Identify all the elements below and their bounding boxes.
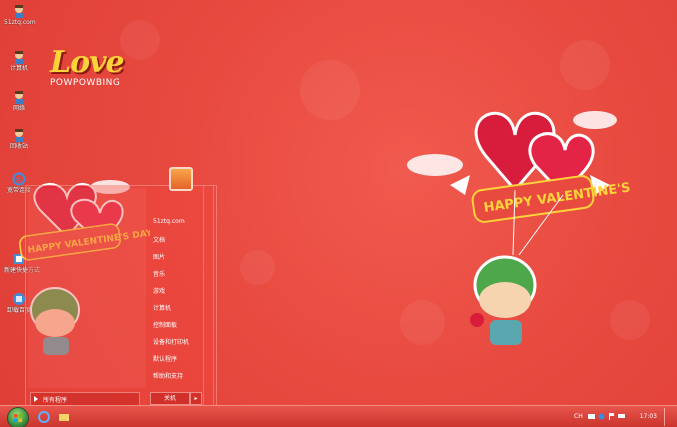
menu-item-games[interactable]: 游戏 <box>153 286 165 295</box>
valentine-character-large: HAPPY VALENTINE'S DAY <box>407 111 635 345</box>
menu-item-documents[interactable]: 文档 <box>153 235 165 244</box>
all-programs-label: 所有程序 <box>43 397 68 404</box>
taskbar-clock[interactable]: 17:03 <box>640 413 657 420</box>
menu-item-default-programs[interactable]: 默认程序 <box>153 354 177 363</box>
start-button[interactable] <box>7 407 29 427</box>
menu-item-pictures[interactable]: 图片 <box>153 252 165 261</box>
desktop-icon-network[interactable]: 网络 <box>4 90 34 112</box>
logo-brand: POWPOWBING <box>50 78 121 88</box>
network-icon[interactable] <box>618 413 625 420</box>
pattern-dot <box>240 250 275 285</box>
folder-icon <box>59 414 69 421</box>
desktop: 51ztq.com 计算机 网络 回收站 e 宽带连接 新建快捷方式 卸载百度 … <box>0 0 677 427</box>
network-icon <box>15 91 23 104</box>
language-indicator[interactable]: CH <box>574 413 583 420</box>
logo-word: Love <box>50 45 125 80</box>
desktop-icon-user[interactable]: 51ztq.com <box>4 4 36 26</box>
menu-item-51ztq[interactable]: 51ztq.com <box>153 218 185 225</box>
taskbar-explorer-button[interactable] <box>56 409 72 425</box>
menu-item-computer[interactable]: 计算机 <box>153 303 171 312</box>
keyboard-icon[interactable] <box>588 413 595 420</box>
user-icon <box>15 5 23 18</box>
menu-item-control-panel[interactable]: 控制面板 <box>153 320 177 329</box>
lollipop-shape <box>470 313 484 327</box>
desktop-icon-recycle-bin[interactable]: 回收站 <box>4 128 34 150</box>
computer-icon <box>15 51 23 64</box>
menu-item-devices-printers[interactable]: 设备和打印机 <box>153 337 189 346</box>
shutdown-button[interactable]: 关机 <box>150 392 190 405</box>
cloud-shape <box>573 111 617 129</box>
menu-item-help-support[interactable]: 帮助和支持 <box>153 371 183 380</box>
shutdown-options-button[interactable]: ▸ <box>190 392 202 405</box>
show-desktop-button[interactable] <box>664 408 675 426</box>
start-menu-programs-pane <box>28 188 146 388</box>
pattern-dot <box>300 60 360 120</box>
taskbar: CH 17:03 <box>0 405 677 427</box>
help-icon[interactable] <box>598 413 605 420</box>
body-shape <box>490 320 522 345</box>
taskbar-ie-button[interactable] <box>36 409 52 425</box>
flag-icon[interactable] <box>608 413 615 420</box>
wing-shape <box>450 175 470 195</box>
ie-icon <box>38 411 50 423</box>
arrow-right-icon <box>34 396 38 402</box>
start-menu-places-pane: 51ztq.com 文档 图片 音乐 游戏 计算机 控制面板 设备和打印机 默认… <box>150 186 216 386</box>
desktop-icon-computer[interactable]: 计算机 <box>4 50 34 72</box>
love-logo: Love POWPOWBING <box>50 45 140 88</box>
face-shape <box>479 282 531 318</box>
recycle-bin-icon <box>15 129 23 142</box>
pattern-dot <box>560 40 610 90</box>
menu-item-music[interactable]: 音乐 <box>153 269 165 278</box>
start-menu: 51ztq.com 文档 图片 音乐 游戏 计算机 控制面板 设备和打印机 默认… <box>25 167 217 407</box>
windows-logo-icon <box>14 414 22 422</box>
cloud-shape <box>407 154 463 176</box>
all-programs-button[interactable]: 所有程序 <box>30 392 140 406</box>
